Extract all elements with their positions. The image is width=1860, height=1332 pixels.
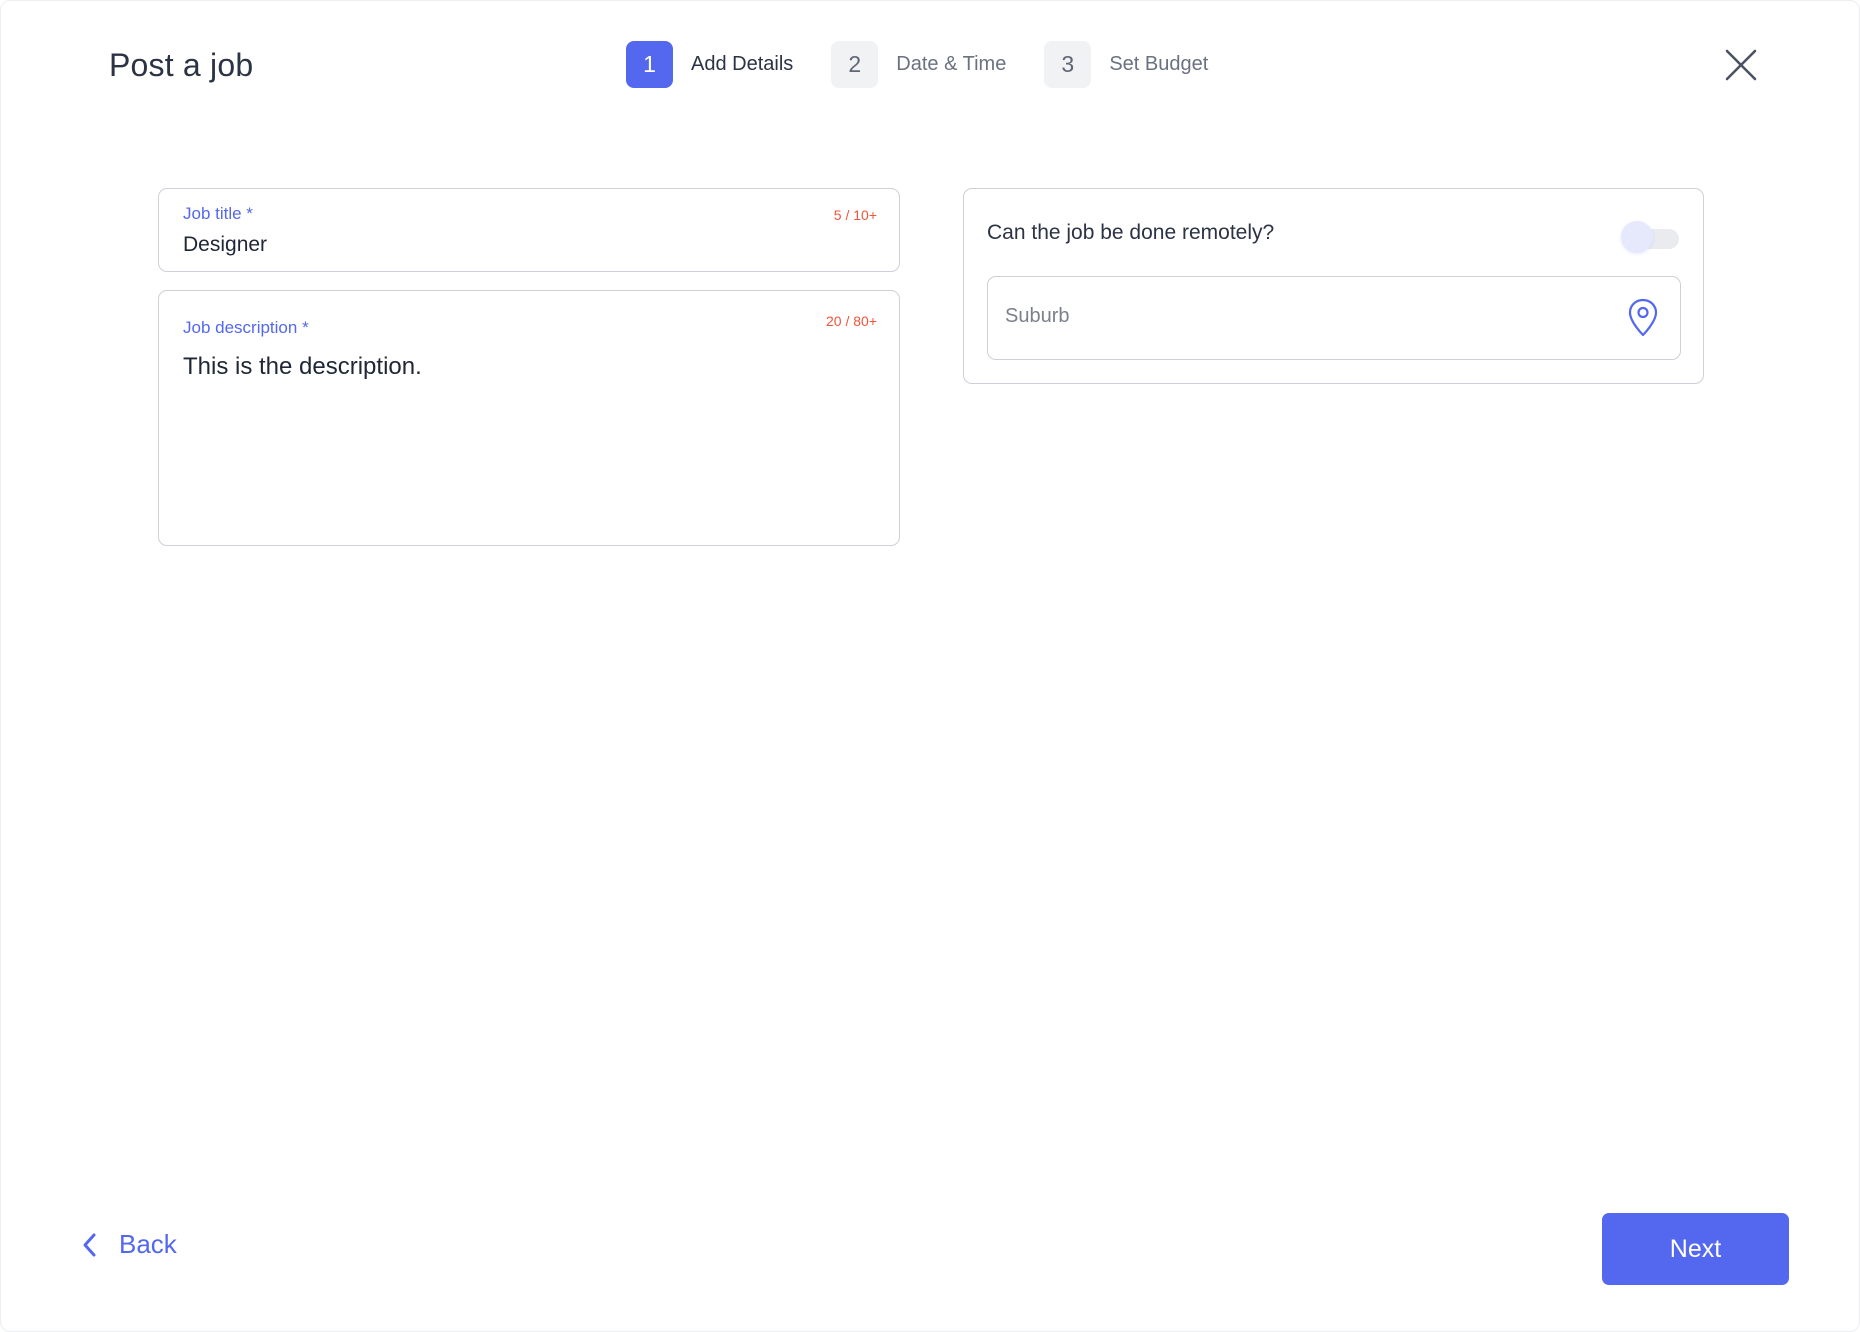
step-number: 2 [831,41,879,88]
job-title-input[interactable] [183,233,783,257]
map-pin-icon[interactable] [1626,297,1660,339]
remote-card: Can the job be done remotely? [963,188,1704,384]
toggle-knob [1621,221,1653,253]
job-description-counter: 20 / 80+ [826,313,877,329]
close-icon [1725,49,1757,81]
page-title: Post a job [109,47,254,83]
remote-toggle[interactable] [1621,219,1681,253]
job-description-field: Job description * 20 / 80+ This is the d… [158,290,900,546]
close-button[interactable] [1723,47,1759,83]
back-label: Back [119,1229,177,1259]
next-button[interactable]: Next [1602,1213,1789,1285]
step-label: Date & Time [896,53,1007,75]
back-button[interactable]: Back [81,1229,177,1260]
chevron-left-icon [83,1233,96,1256]
suburb-field [987,276,1681,360]
job-title-counter: 5 / 10+ [833,207,877,223]
job-title-field: Job title * 5 / 10+ [158,188,900,272]
remote-question: Can the job be done remotely? [987,221,1275,244]
step-add-details[interactable]: 1 Add Details [626,41,793,88]
suburb-input[interactable] [1005,305,1605,328]
step-set-budget[interactable]: 3 Set Budget [1044,41,1208,88]
job-description-label: Job description * [183,318,309,337]
step-label: Add Details [691,53,794,75]
post-job-dialog: Post a job 1 Add Details 2 Date & Time 3… [0,0,1860,1332]
step-number: 3 [1044,41,1092,88]
step-date-time[interactable]: 2 Date & Time [831,41,1006,88]
step-number: 1 [626,41,673,88]
job-title-label: Job title * [183,204,253,223]
step-label: Set Budget [1109,53,1209,75]
stepper: 1 Add Details 2 Date & Time 3 Set Budget [626,41,1208,88]
job-description-input[interactable]: This is the description. [183,353,873,523]
